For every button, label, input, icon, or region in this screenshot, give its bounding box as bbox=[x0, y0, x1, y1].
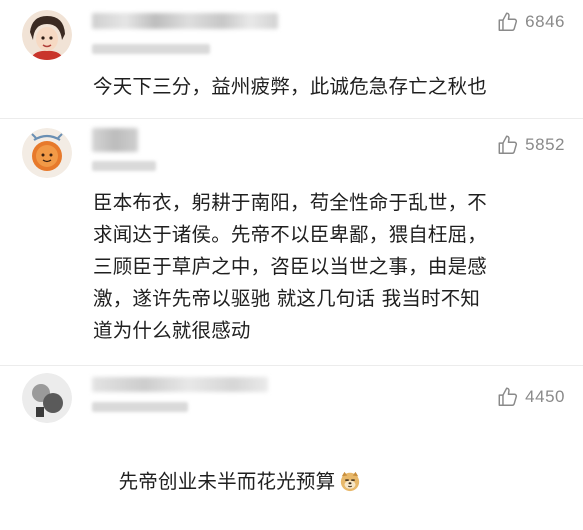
timestamp-blurred bbox=[92, 44, 210, 54]
like-button[interactable]: 4450 bbox=[497, 386, 565, 408]
like-count: 6846 bbox=[525, 12, 565, 31]
thumbs-up-icon bbox=[498, 12, 518, 31]
comment-text: 臣本布衣，躬耕于南阳，苟全性命于乱世，不 求闻达于诸侯。先帝不以臣卑鄙，猥自枉屈… bbox=[93, 191, 488, 342]
avatar[interactable] bbox=[22, 373, 72, 423]
like-button[interactable]: 6846 bbox=[497, 11, 565, 33]
like-count: 4450 bbox=[525, 387, 565, 406]
username-blurred[interactable] bbox=[92, 128, 138, 152]
timestamp-blurred bbox=[92, 161, 156, 171]
comment-text-body: 先帝创业未半而花光预算 bbox=[118, 470, 336, 493]
comment-text: 先帝创业未半而花光预算 bbox=[93, 434, 565, 530]
thumbs-up-icon bbox=[498, 387, 518, 406]
username-blurred[interactable] bbox=[92, 377, 268, 392]
doge-emoji-icon bbox=[341, 471, 360, 492]
username-blurred[interactable] bbox=[92, 13, 278, 29]
like-button[interactable]: 5852 bbox=[497, 134, 565, 156]
like-count: 5852 bbox=[525, 135, 565, 154]
comment-item: 4450 先帝创业未半而花光预算 bbox=[0, 366, 583, 493]
avatar[interactable] bbox=[22, 128, 72, 178]
comment-item: 6846 今天下三分，益州疲弊，此诚危急存亡之秋也 bbox=[0, 0, 583, 118]
timestamp-blurred bbox=[92, 402, 188, 412]
comment-item: 5852 臣本布衣，躬耕于南阳，苟全性命于乱世，不 求闻达于诸侯。先帝不以臣卑鄙… bbox=[0, 119, 583, 365]
comment-text: 今天下三分，益州疲弊，此诚危急存亡之秋也 bbox=[93, 75, 488, 98]
avatar[interactable] bbox=[22, 10, 72, 60]
thumbs-up-icon bbox=[498, 135, 518, 154]
